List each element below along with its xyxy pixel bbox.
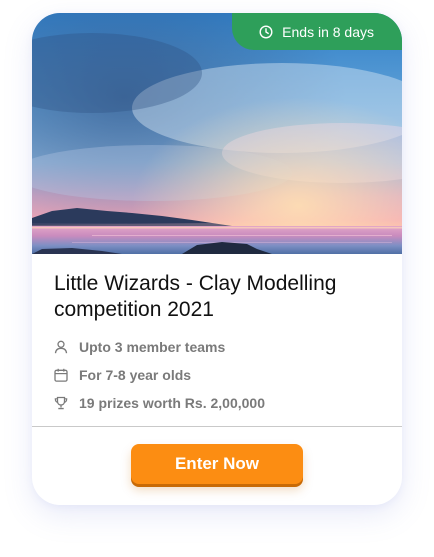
competition-card[interactable]: Ends in 8 days Little Wizards - Clay Mod… (32, 13, 402, 505)
detail-prizes: 19 prizes worth Rs. 2,00,000 (54, 389, 265, 417)
competition-title: Little Wizards - Clay Modelling competit… (54, 272, 337, 321)
ends-in-text: Ends in 8 days (282, 23, 374, 40)
trophy-icon (54, 396, 68, 410)
clock-icon (259, 24, 273, 39)
ends-in-badge: Ends in 8 days (232, 13, 402, 50)
divider (32, 426, 402, 427)
enter-now-button[interactable]: Enter Now (131, 444, 303, 484)
detail-team-size-text: Upto 3 member teams (79, 339, 226, 355)
detail-age-group-text: For 7-8 year olds (79, 367, 192, 383)
detail-age-group: For 7-8 year olds (54, 361, 265, 389)
calendar-icon (54, 368, 68, 382)
competition-details: Upto 3 member teams For 7-8 year olds 19… (54, 333, 265, 417)
detail-prizes-text: 19 prizes worth Rs. 2,00,000 (79, 395, 265, 411)
detail-team-size: Upto 3 member teams (54, 333, 265, 361)
user-icon (54, 340, 68, 354)
